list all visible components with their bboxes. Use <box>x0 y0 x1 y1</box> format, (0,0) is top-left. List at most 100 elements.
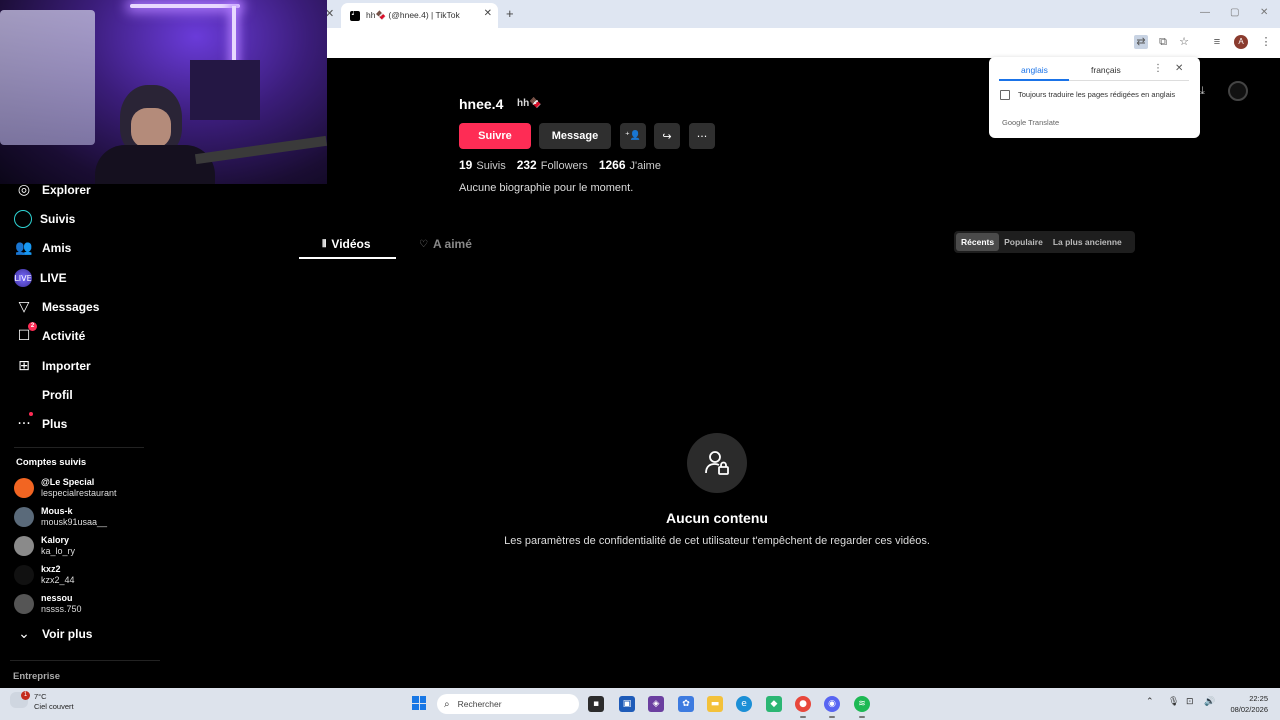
edge-icon[interactable]: e <box>736 696 752 712</box>
sidebar-item-amis[interactable]: 👥 Amis <box>14 238 71 258</box>
following-count[interactable]: 19 <box>459 158 472 172</box>
discord-icon[interactable]: ◉ <box>824 696 840 712</box>
following-label[interactable]: Suivis <box>476 160 505 172</box>
followed-account[interactable]: Kalory ka_lo_ry <box>14 535 75 557</box>
active-tab-indicator <box>299 257 396 259</box>
sidebar-item-label: Activité <box>42 329 86 343</box>
weather-widget[interactable]: 7°C Ciel couvert <box>34 692 74 712</box>
account-display-name: nessou <box>41 593 73 603</box>
profile-nickname: hh🍫 <box>517 98 542 109</box>
sidebar-item-profil[interactable]: Profil <box>14 385 73 405</box>
download-icon[interactable]: ⤓ <box>1200 84 1205 98</box>
copilot-icon[interactable]: ✿ <box>678 696 694 712</box>
tab-tiktok[interactable]: hh🍫 (@hnee.4) | TikTok ✕ <box>341 3 498 28</box>
followers-label[interactable]: Followers <box>541 160 588 172</box>
more-icon: ··· <box>696 129 708 143</box>
sidebar-item-label: Importer <box>42 359 91 373</box>
followed-account[interactable]: @Le Special lespecialrestaurant <box>14 477 117 499</box>
browser-menu-icon[interactable]: ⋮ <box>1259 35 1273 49</box>
discord-active-indicator <box>829 716 835 718</box>
sidebar-item-suivis[interactable]: Suivis <box>14 209 75 229</box>
tab-close-icon[interactable]: ✕ <box>484 8 492 19</box>
sidebar-item-messages[interactable]: ▽ Messages <box>14 297 100 317</box>
messages-icon: ▽ <box>18 299 30 315</box>
install-app-icon[interactable]: ⧉ <box>1156 35 1170 49</box>
sort-oldest[interactable]: La plus ancienne <box>1048 233 1127 251</box>
account-handle: kzx2_44 <box>41 575 75 585</box>
translate-icon[interactable]: ⇄ <box>1134 35 1148 49</box>
start-button[interactable] <box>412 696 426 710</box>
friends-icon: 👥 <box>15 240 33 256</box>
followed-account-names: kxz2 kzx2_44 <box>41 564 75 586</box>
follow-button[interactable]: Suivre <box>459 123 531 149</box>
liked-icon: ♡ <box>419 238 428 250</box>
translate-more-icon[interactable]: ⋮ <box>1153 63 1163 74</box>
browser-profile-avatar[interactable]: A <box>1234 35 1248 49</box>
windows-taskbar <box>0 688 1280 720</box>
more-options-button[interactable]: ··· <box>689 123 715 149</box>
file-explorer-icon[interactable]: ▬ <box>707 696 723 712</box>
tray-overflow-icon[interactable]: ⌃ <box>1146 697 1154 707</box>
profile-username: hnee.4 <box>459 96 504 112</box>
window-close-icon[interactable]: ✕ <box>1260 7 1268 18</box>
store-icon[interactable]: ▣ <box>619 696 635 712</box>
chrome-icon[interactable]: ● <box>795 696 811 712</box>
microphone-icon[interactable]: 🎙 <box>1168 697 1179 707</box>
tab-videos[interactable]: ⦀ Vidéos <box>322 237 371 251</box>
message-button[interactable]: Message <box>539 123 611 149</box>
taskbar-search[interactable]: ⌕ Rechercher <box>437 694 579 714</box>
sort-popular[interactable]: Populaire <box>999 233 1048 251</box>
taskbar-clock[interactable]: 22:25 08/02/2026 <box>1222 693 1268 715</box>
always-translate-checkbox[interactable] <box>1000 90 1010 100</box>
target-language-tab[interactable]: français <box>1091 65 1121 75</box>
webcam-body <box>95 145 215 184</box>
user-avatar[interactable] <box>1228 81 1248 101</box>
followers-count[interactable]: 232 <box>517 158 537 172</box>
task-view-icon[interactable]: ▪ <box>588 696 604 712</box>
avatar <box>14 536 34 556</box>
followed-account[interactable]: nessou nssss.750 <box>14 593 82 615</box>
source-language-tab[interactable]: anglais <box>1021 65 1048 75</box>
network-icon[interactable]: ⊡ <box>1186 697 1194 707</box>
tab-liked[interactable]: ♡ A aimé <box>419 237 472 251</box>
avatar <box>14 565 34 585</box>
volume-icon[interactable]: 🔊 <box>1204 697 1215 707</box>
avatar <box>14 594 34 614</box>
likes-count: 1266 <box>598 158 626 172</box>
company-link[interactable]: Entreprise <box>13 671 60 682</box>
followed-account[interactable]: Mous-k mousk91usaa__ <box>14 506 107 528</box>
sort-recent[interactable]: Récents <box>956 233 1000 251</box>
spotify-icon[interactable]: ≋ <box>854 696 870 712</box>
followed-account[interactable]: kxz2 kzx2_44 <box>14 564 75 586</box>
maximize-icon[interactable]: ▢ <box>1230 7 1239 18</box>
account-handle: lespecialrestaurant <box>41 488 117 498</box>
followed-account-names: @Le Special lespecialrestaurant <box>41 477 117 499</box>
clock-time: 22:25 <box>1249 694 1268 703</box>
bookmark-star-icon[interactable]: ☆ <box>1177 35 1191 49</box>
add-friend-icon: ⁺👤 <box>625 131 641 141</box>
followed-account-names: Kalory ka_lo_ry <box>41 535 75 557</box>
profile-stats: 19 Suivis 232 Followers 1266 J'aime <box>459 158 672 172</box>
share-button[interactable]: ↪ <box>654 123 680 149</box>
sidebar-item-live[interactable]: LIVE LIVE <box>14 268 67 288</box>
followed-account-names: nessou nssss.750 <box>41 593 82 615</box>
sidebar-item-activit[interactable]: ☐ 2 Activité <box>14 322 86 346</box>
add-friend-button[interactable]: ⁺👤 <box>620 123 646 149</box>
language-tab-line <box>1069 80 1189 81</box>
clock-date: 08/02/2026 <box>1230 705 1268 714</box>
reading-list-icon[interactable]: ≡ <box>1210 35 1224 49</box>
account-display-name: Kalory <box>41 535 70 545</box>
sidebar-item-label: LIVE <box>40 271 67 285</box>
minimize-icon[interactable]: — <box>1200 7 1210 18</box>
sidebar-item-importer[interactable]: ⊞ Importer <box>14 356 91 376</box>
proton-vpn-icon[interactable]: ◈ <box>648 696 664 712</box>
new-tab-button[interactable]: + <box>506 6 514 21</box>
see-more-button[interactable]: ⌄ Voir plus <box>14 624 92 644</box>
translate-close-icon[interactable]: ✕ <box>1175 63 1183 74</box>
webcam-overlay <box>0 0 327 184</box>
more-icon: ··· <box>17 416 31 432</box>
android-icon[interactable]: ◆ <box>766 696 782 712</box>
sidebar-item-plus[interactable]: ··· Plus <box>14 412 67 434</box>
spotify-active-indicator <box>859 716 865 718</box>
tiktok-favicon-icon <box>350 8 360 21</box>
